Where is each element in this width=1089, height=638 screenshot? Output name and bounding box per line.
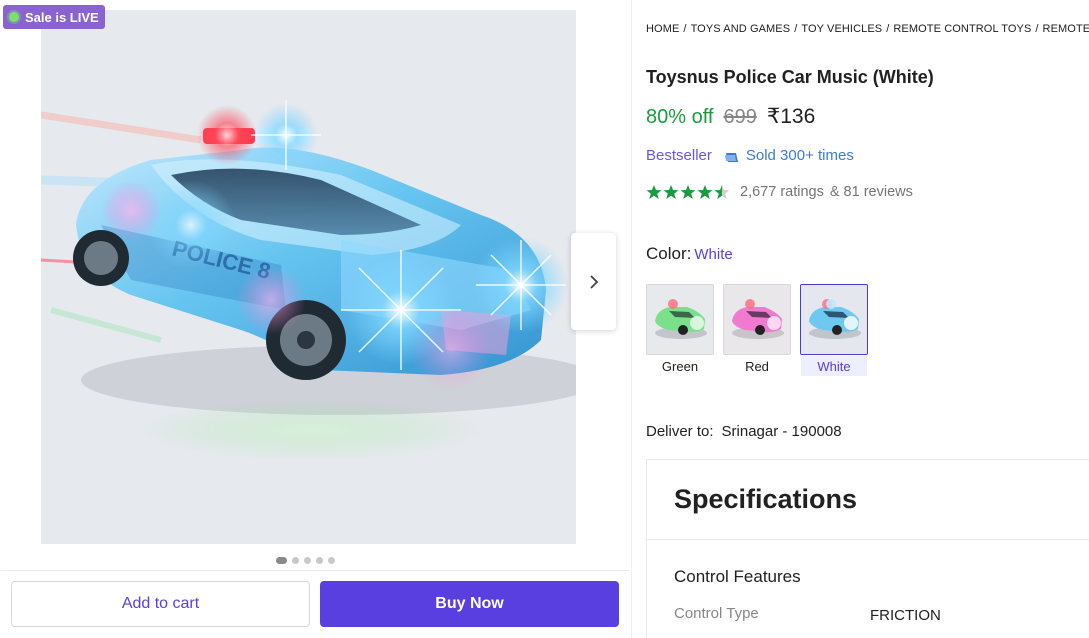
star-full-icon: [680, 185, 696, 199]
price-row: 80% off 699 ₹136: [646, 104, 815, 129]
sale-badge-label: Sale is LIVE: [25, 9, 99, 25]
breadcrumb-remote-control-toys[interactable]: REMOTE CONTROL TOYS: [893, 23, 1031, 35]
star-full-icon: [697, 185, 713, 199]
breadcrumb-home[interactable]: HOME: [646, 23, 679, 35]
spec-section-heading: Control Features: [674, 567, 801, 586]
ratings-count: 2,677 ratings: [740, 184, 824, 200]
original-price: 699: [723, 106, 757, 128]
deliver-to-label: Deliver to:: [646, 423, 714, 440]
chevron-right-icon: [589, 274, 598, 289]
swatch-red-image: [723, 284, 791, 355]
police-car-image: POLICE 8: [41, 10, 576, 544]
swatch-green-label: Green: [661, 358, 699, 374]
breadcrumb: HOME / TOYS AND GAMES / TOY VEHICLES / R…: [646, 23, 1089, 35]
breadcrumb-current[interactable]: REMOTE CO: [1043, 23, 1089, 35]
rating-row[interactable]: 2,677 ratings & 81 reviews: [646, 184, 913, 200]
delivery-address: Srinagar - 190008: [721, 423, 842, 440]
carousel-dot[interactable]: [316, 557, 323, 564]
breadcrumb-separator: /: [794, 23, 798, 35]
carousel-dot[interactable]: [276, 557, 287, 564]
sold-bag-icon: [724, 152, 738, 162]
carousel-dot[interactable]: [304, 557, 311, 564]
discount-percent: 80% off: [646, 106, 714, 128]
breadcrumb-separator: /: [1035, 23, 1039, 35]
selling-price: ₹136: [766, 105, 816, 128]
add-to-cart-button[interactable]: Add to cart: [11, 581, 310, 627]
purchase-action-bar: Add to cart Buy Now: [1, 570, 629, 636]
selected-color-value: White: [694, 246, 733, 263]
swatch-red-label: Red: [745, 358, 769, 374]
star-full-icon: [646, 185, 662, 199]
product-title: Toysnus Police Car Music (White): [646, 67, 934, 87]
sold-count-label: Sold 300+ times: [745, 147, 854, 164]
star-full-icon: [663, 185, 679, 199]
carousel-dot[interactable]: [292, 557, 299, 564]
star-half-icon: [714, 185, 730, 199]
live-dot-icon: [9, 12, 19, 22]
swatch-green-image: [646, 284, 714, 355]
buy-now-button[interactable]: Buy Now: [320, 581, 619, 627]
specifications-panel: Specifications Control Features Control …: [646, 459, 1089, 638]
bestseller-tag: Bestseller: [646, 147, 712, 164]
product-gallery: Sale is LIVE POLICE 8 Add to cart Buy No…: [0, 0, 632, 638]
specifications-title: Specifications: [674, 484, 858, 514]
color-swatch-green[interactable]: Green: [646, 284, 714, 376]
spec-key-control-type: Control Type: [674, 605, 759, 622]
sold-count-tag: Sold 300+ times: [724, 147, 854, 164]
carousel-dot[interactable]: [328, 557, 335, 564]
star-rating: [646, 184, 731, 200]
sale-live-badge: Sale is LIVE: [3, 5, 105, 29]
product-main-image[interactable]: POLICE 8: [41, 10, 576, 544]
next-image-button[interactable]: [571, 233, 616, 330]
breadcrumb-toys-and-games[interactable]: TOYS AND GAMES: [691, 23, 791, 35]
swatch-white-label: White: [801, 356, 867, 376]
breadcrumb-separator: /: [683, 23, 687, 35]
product-tags: Bestseller Sold 300+ times: [646, 147, 854, 164]
specifications-divider: [647, 539, 1089, 540]
reviews-count: & 81 reviews: [829, 184, 913, 200]
color-selector-heading: Color: White: [646, 244, 733, 264]
breadcrumb-toy-vehicles[interactable]: TOY VEHICLES: [801, 23, 882, 35]
color-label: Color:: [646, 244, 692, 263]
breadcrumb-separator: /: [886, 23, 890, 35]
color-swatch-red[interactable]: Red: [723, 284, 791, 376]
spec-value-control-type: FRICTION: [870, 607, 941, 624]
image-carousel-dots: [276, 557, 335, 564]
delivery-location[interactable]: Deliver to: Srinagar - 190008: [646, 423, 842, 440]
product-details: HOME / TOYS AND GAMES / TOY VEHICLES / R…: [646, 0, 1089, 638]
color-swatches: Green Red White: [646, 284, 868, 376]
color-swatch-white[interactable]: White: [800, 284, 868, 376]
swatch-white-image: [800, 284, 868, 355]
